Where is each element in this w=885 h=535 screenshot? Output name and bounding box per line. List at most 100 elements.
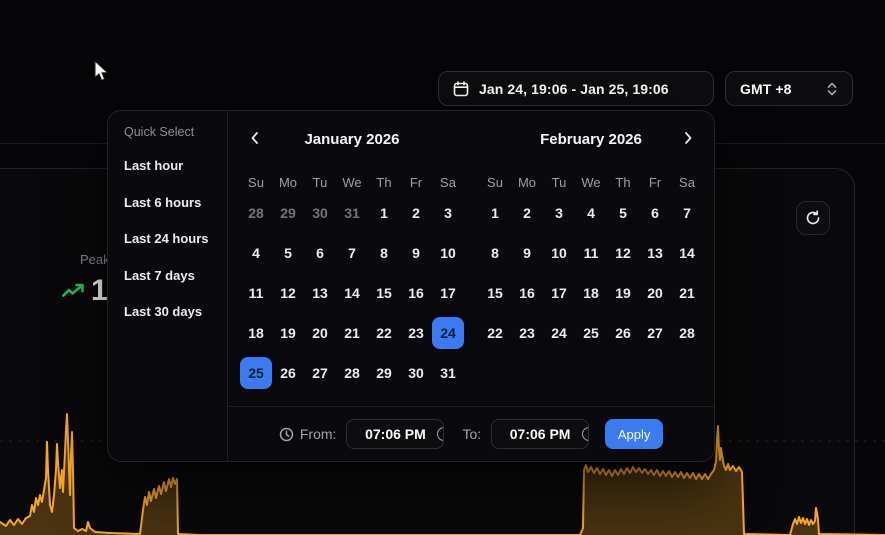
calendar-day-selected[interactable]: 24 — [432, 317, 464, 349]
weekday-label: Tu — [551, 175, 567, 190]
weekday-label: Sa — [440, 175, 456, 190]
calendar-day[interactable]: 6 — [639, 197, 671, 229]
calendar-day[interactable]: 16 — [400, 277, 432, 309]
calendar-day[interactable]: 12 — [272, 277, 304, 309]
calendar-day[interactable]: 24 — [543, 317, 575, 349]
calendar-day[interactable]: 13 — [304, 277, 336, 309]
calendar-day[interactable]: 26 — [272, 357, 304, 389]
calendar-day[interactable]: 23 — [511, 317, 543, 349]
calendar-day[interactable]: 9 — [400, 237, 432, 269]
from-label: From: — [299, 426, 337, 442]
timezone-text: GMT +8 — [740, 80, 792, 97]
calendar-day[interactable]: 27 — [639, 317, 671, 349]
quick-select-item[interactable]: Last 24 hours — [124, 232, 227, 246]
calendar-day[interactable]: 22 — [368, 317, 400, 349]
calendar-day[interactable]: 4 — [575, 197, 607, 229]
date-range-button[interactable]: Jan 24, 19:06 - Jan 25, 19:06 — [438, 71, 714, 106]
quick-select-item[interactable]: Last 6 hours — [124, 195, 227, 210]
mouse-cursor — [94, 60, 109, 81]
apply-button[interactable]: Apply — [605, 419, 664, 449]
calendar-day[interactable]: 3 — [432, 197, 464, 229]
calendar-day[interactable]: 9 — [511, 237, 543, 269]
calendar-day[interactable]: 21 — [336, 317, 368, 349]
calendar-day[interactable]: 12 — [607, 237, 639, 269]
calendar-day[interactable]: 16 — [511, 277, 543, 309]
calendar-day[interactable]: 4 — [240, 237, 272, 269]
calendar-day[interactable]: 17 — [543, 277, 575, 309]
refresh-button[interactable] — [796, 201, 830, 235]
month-january: January 2026 Su Mo Tu We Th Fr Sa 28 29 30 31 1 2 3 4… — [240, 131, 464, 393]
calendar-day[interactable]: 30 — [400, 357, 432, 389]
calendar-day[interactable]: 2 — [511, 197, 543, 229]
calendar-day[interactable]: 30 — [304, 197, 336, 229]
quick-select-item[interactable]: Last 30 days — [124, 305, 227, 319]
calendar-day[interactable]: 29 — [272, 197, 304, 229]
calendar-day[interactable]: 18 — [240, 317, 272, 349]
weekday-label: Fr — [648, 175, 662, 190]
calendar-day[interactable]: 21 — [671, 277, 703, 309]
calendar-day[interactable]: 5 — [272, 237, 304, 269]
calendar-day[interactable]: 28 — [240, 197, 272, 229]
timezone-button[interactable]: GMT +8 — [725, 71, 853, 106]
weekday-label: Mo — [517, 175, 537, 190]
weekday-label: Th — [615, 175, 631, 190]
weekday-label: Su — [487, 175, 503, 190]
calendar-day[interactable]: 8 — [368, 237, 400, 269]
calendar-day[interactable]: 31 — [336, 197, 368, 229]
calendar-day[interactable]: 25 — [575, 317, 607, 349]
calendar-day[interactable]: 5 — [607, 197, 639, 229]
weekday-label: Th — [376, 175, 392, 190]
calendar-day[interactable]: 15 — [368, 277, 400, 309]
calendar-day-selected[interactable]: 25 — [240, 357, 272, 389]
refresh-icon — [806, 210, 820, 225]
calendar-day[interactable]: 6 — [304, 237, 336, 269]
calendar-day[interactable]: 3 — [543, 197, 575, 229]
calendar-day[interactable]: 27 — [304, 357, 336, 389]
from-time-input[interactable]: 07:06 PM — [346, 419, 445, 449]
calendar-day[interactable]: 14 — [671, 237, 703, 269]
calendar-day[interactable]: 28 — [336, 357, 368, 389]
weekday-label: Tu — [312, 175, 328, 190]
weekday-label: Sa — [679, 175, 695, 190]
month-title: January 2026 — [304, 131, 400, 148]
calendar-day[interactable]: 14 — [336, 277, 368, 309]
calendar-day[interactable]: 28 — [671, 317, 703, 349]
quick-select-panel: Quick Select Last hour Last 6 hours Last 2… — [108, 111, 228, 461]
quick-select-list: Last hour Last 6 hours Last 24 hours Last 7… — [124, 159, 227, 319]
weekday-label: Fr — [409, 175, 423, 190]
day-grid: 28 29 30 31 1 2 3 4 5 6 7 8 9 10 11 12 13 14 15 16 17 18 19 20 2… — [240, 193, 464, 393]
trend-up-icon — [62, 283, 84, 297]
calendar-day[interactable]: 7 — [671, 197, 703, 229]
calendar-day[interactable]: 10 — [432, 237, 464, 269]
calendar-day[interactable]: 19 — [272, 317, 304, 349]
calendar-day[interactable]: 13 — [639, 237, 671, 269]
date-range-picker-popup: Quick Select Last hour Last 6 hours Last 2… — [107, 110, 715, 462]
time-selection-footer: From: 07:06 PM To: 07:06 PM Apply — [228, 406, 714, 461]
calendar-day[interactable]: 1 — [368, 197, 400, 229]
calendar-day[interactable]: 17 — [432, 277, 464, 309]
clock-icon — [279, 427, 294, 441]
calendar-day[interactable]: 26 — [607, 317, 639, 349]
calendar-day[interactable]: 20 — [304, 317, 336, 349]
calendar-day[interactable]: 31 — [432, 357, 464, 389]
calendar-day[interactable]: 7 — [336, 237, 368, 269]
calendar-day[interactable]: 20 — [639, 277, 671, 309]
calendar-day[interactable]: 8 — [479, 237, 511, 269]
calendar-day[interactable]: 23 — [400, 317, 432, 349]
calendar-day[interactable]: 1 — [479, 197, 511, 229]
calendar-day[interactable]: 10 — [543, 237, 575, 269]
from-time-value: 07:06 PM — [365, 426, 426, 442]
calendar-day[interactable]: 18 — [575, 277, 607, 309]
calendar-day[interactable]: 19 — [607, 277, 639, 309]
calendar-day[interactable]: 11 — [575, 237, 607, 269]
quick-select-item[interactable]: Last hour — [124, 159, 227, 173]
weekday-row: Su Mo Tu We Th Fr Sa — [479, 175, 703, 190]
calendar-day[interactable]: 11 — [240, 277, 272, 309]
calendar-day[interactable]: 22 — [479, 317, 511, 349]
calendar-day[interactable]: 15 — [479, 277, 511, 309]
calendar-day[interactable]: 29 — [368, 357, 400, 389]
quick-select-item[interactable]: Last 7 days — [124, 268, 227, 283]
calendar-day[interactable]: 2 — [400, 197, 432, 229]
to-time-input[interactable]: 07:06 PM — [491, 419, 590, 449]
weekday-label: We — [342, 175, 362, 190]
